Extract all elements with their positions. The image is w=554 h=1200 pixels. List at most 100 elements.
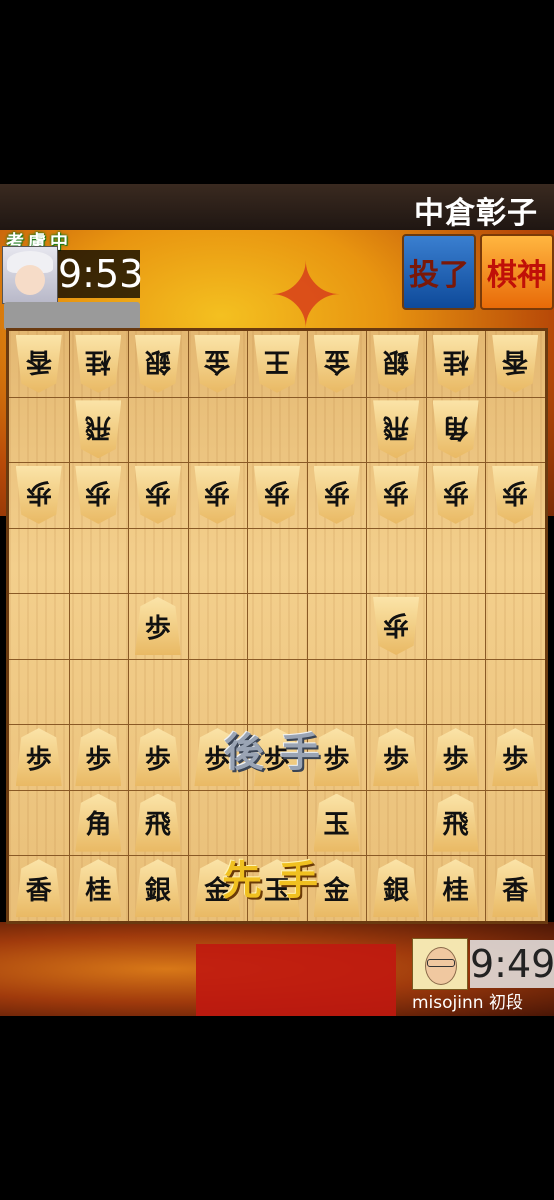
piece-label: 歩 [263,477,290,508]
sente-label: 先手 [222,857,334,904]
board-grid-line [366,331,368,921]
piece-label: 香 [502,875,529,906]
player-avatar-glasses [427,959,455,967]
board-grid-line [9,462,545,464]
opponent-avatar-icon[interactable] [2,246,58,304]
gote-piece[interactable]: 香 [492,334,539,393]
sente-piece[interactable]: 歩 [75,728,122,787]
gote-label: 後手 [224,729,336,776]
resign-button[interactable]: 投了 [402,234,476,310]
piece-label: 歩 [204,477,231,508]
gote-piece[interactable]: 歩 [15,465,62,524]
piece-label: 歩 [144,744,171,775]
opponent-name-bar [4,302,140,330]
sente-piece[interactable]: 桂 [75,859,122,918]
gote-piece[interactable]: 歩 [194,465,241,524]
piece-label: 歩 [383,477,410,508]
board-grid-line [425,331,427,921]
piece-label: 歩 [383,608,410,639]
sente-piece[interactable]: 銀 [134,859,181,918]
board-grid-line [9,658,545,660]
piece-label: 桂 [85,346,112,377]
gote-piece[interactable]: 銀 [373,334,420,393]
piece-label: 金 [204,346,231,377]
gote-piece[interactable]: 香 [15,334,62,393]
sente-piece[interactable]: 玉 [313,793,360,852]
piece-label: 飛 [442,810,469,841]
piece-label: 角 [442,411,469,442]
board-grid-line [9,789,545,791]
board-grid-line [9,527,545,529]
gote-piece[interactable]: 歩 [373,465,420,524]
piece-label: 歩 [502,744,529,775]
piece-label: 歩 [442,744,469,775]
gote-piece[interactable]: 歩 [254,465,300,524]
board-grid-line [9,396,545,398]
sente-piece[interactable]: 歩 [373,728,420,787]
sente-piece[interactable]: 歩 [492,728,539,787]
piece-label: 飛 [383,411,410,442]
gote-piece[interactable]: 桂 [75,334,122,393]
piece-label: 銀 [144,346,171,377]
gote-piece[interactable]: 飛 [75,400,122,459]
gote-piece[interactable]: 王 [254,334,300,393]
piece-label: 香 [502,346,529,377]
piece-label: 玉 [323,810,350,841]
board-grid-line [187,331,189,921]
gote-piece[interactable]: 金 [194,334,241,393]
sente-piece[interactable]: 角 [75,793,122,852]
gote-piece[interactable]: 歩 [75,465,122,524]
gote-piece[interactable]: 歩 [373,597,420,655]
piece-label: 銀 [144,875,171,906]
piece-label: 金 [323,346,350,377]
player-name: misojinn 初段 [412,993,523,1013]
title-bar: 中倉彰子 [0,184,554,231]
sente-piece[interactable]: 飛 [134,793,181,852]
sente-piece[interactable]: 歩 [432,728,479,787]
piece-label: 桂 [442,346,469,377]
sente-piece[interactable]: 香 [492,859,539,918]
piece-label: 角 [85,810,112,841]
gote-piece[interactable]: 金 [313,334,360,393]
sente-piece[interactable]: 歩 [15,728,62,787]
shogi-game-screen: 中倉彰子 ✦ ✦ 考慮中 9:53 投了 棋神 香桂銀金王金銀桂香飛飛角歩歩歩歩… [0,184,554,1016]
piece-label: 香 [25,346,52,377]
gote-piece[interactable]: 歩 [313,465,360,524]
piece-label: 飛 [144,810,171,841]
player-timer: 9:49 [470,940,554,988]
piece-label: 歩 [144,613,171,644]
piece-label: 歩 [323,477,350,508]
gote-piece[interactable]: 歩 [492,465,539,524]
piece-label: 歩 [442,477,469,508]
sente-piece[interactable]: 歩 [134,728,181,787]
piece-label: 王 [263,346,290,377]
board-grid-line [247,331,249,921]
gote-piece[interactable]: 飛 [373,400,420,459]
player-avatar-icon[interactable] [412,938,468,990]
sente-piece[interactable]: 歩 [134,597,181,655]
piece-label: 銀 [383,875,410,906]
piece-label: 歩 [85,477,112,508]
game-title: 中倉彰子 [414,196,538,231]
sente-piece[interactable]: 香 [15,859,62,918]
board-grid-line [485,331,487,921]
sente-piece[interactable]: 銀 [373,859,420,918]
shogi-board[interactable]: 香桂銀金王金銀桂香飛飛角歩歩歩歩歩歩歩歩歩歩歩歩歩歩歩歩歩歩歩歩角飛玉飛香桂銀金… [6,328,548,924]
gote-piece[interactable]: 銀 [134,334,181,393]
board-grid-line [128,331,130,921]
bottom-decoration [196,944,396,1016]
sente-piece[interactable]: 飛 [432,793,479,852]
kishin-button[interactable]: 棋神 [480,234,554,310]
opponent-timer: 9:53 [58,250,144,298]
gote-piece[interactable]: 歩 [134,465,181,524]
opponent-avatar-face [15,265,45,295]
board-grid-line [9,593,545,595]
gote-piece[interactable]: 桂 [432,334,479,393]
piece-label: 歩 [25,477,52,508]
sente-piece[interactable]: 桂 [432,859,479,918]
piece-label: 香 [25,875,52,906]
piece-label: 銀 [383,346,410,377]
board-grid-line [68,331,70,921]
gote-piece[interactable]: 角 [432,400,479,459]
gote-piece[interactable]: 歩 [432,465,479,524]
